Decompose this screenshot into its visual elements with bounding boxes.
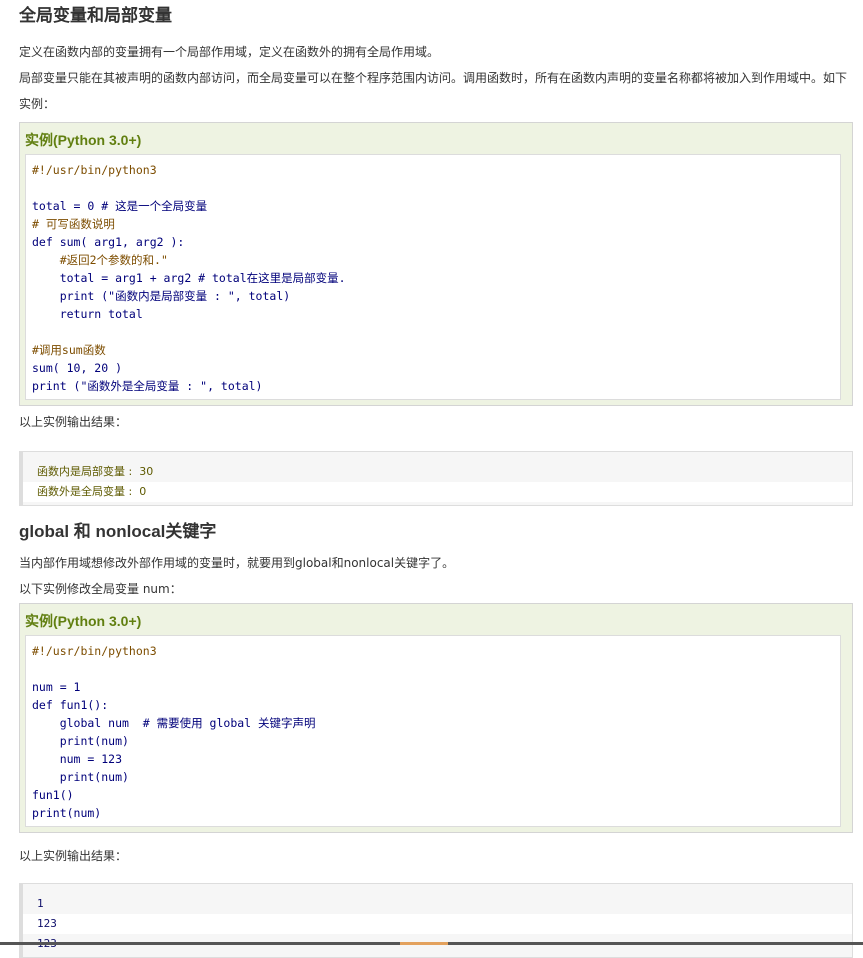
- code-line: #返回2个参数的和.": [32, 253, 168, 267]
- code-line: fun1(): [32, 788, 74, 802]
- code-line: #调用sum函数: [32, 343, 106, 357]
- example-block-global: 实例(Python 3.0+) #!/usr/bin/python3 num =…: [19, 603, 853, 833]
- code-line: print ("函数外是全局变量 : ", total): [32, 379, 263, 393]
- section-heading-global-nonlocal: global 和 nonlocal关键字: [19, 522, 217, 541]
- code-line: total = 0 # 这是一个全局变量: [32, 199, 208, 213]
- code-line: total = arg1 + arg2 # total在这里是局部变量.: [32, 271, 346, 285]
- output-block: 1 123 123: [19, 883, 853, 958]
- output-line: 函数外是全局变量 : 0: [23, 482, 852, 502]
- output-intro: 以上实例输出结果：: [19, 849, 128, 863]
- paragraph-global-example: 以下实例修改全局变量 num：: [19, 582, 182, 596]
- code-line: #!/usr/bin/python3: [32, 163, 157, 177]
- output-line: 1: [37, 897, 44, 910]
- code-block[interactable]: #!/usr/bin/python3 total = 0 # 这是一个全局变量 …: [25, 154, 841, 400]
- paragraph-global-intro: 当内部作用域想修改外部作用域的变量时，就要用到global和nonlocal关键…: [19, 556, 455, 570]
- code-block[interactable]: #!/usr/bin/python3 num = 1 def fun1(): g…: [25, 635, 841, 827]
- section-heading-scope: 全局变量和局部变量: [19, 6, 172, 25]
- output-intro: 以上实例输出结果：: [19, 415, 128, 429]
- output-line: 123: [23, 914, 852, 934]
- example-block-scope: 实例(Python 3.0+) #!/usr/bin/python3 total…: [19, 122, 853, 406]
- code-line: #!/usr/bin/python3: [32, 644, 157, 658]
- output-block: 函数内是局部变量 : 30 函数外是全局变量 : 0: [19, 451, 853, 506]
- code-line: # 可写函数说明: [32, 217, 115, 231]
- example-title: 实例(Python 3.0+): [25, 613, 142, 629]
- code-line: global num # 需要使用 global 关键字声明: [32, 716, 316, 730]
- paragraph-scope-definition: 定义在函数内部的变量拥有一个局部作用域，定义在函数外的拥有全局作用域。: [19, 45, 440, 59]
- code-line: def sum( arg1, arg2 ):: [32, 235, 185, 249]
- paragraph-scope-access: 局部变量只能在其被声明的函数内部访问，而全局变量可以在整个程序范围内访问。调用函…: [19, 71, 848, 111]
- code-line: num = 123: [32, 752, 123, 766]
- code-line: print ("函数内是局部变量 : ", total): [32, 289, 291, 303]
- output-line: 函数内是局部变量 : 30: [37, 465, 154, 478]
- code-line: sum( 10, 20 ): [32, 361, 123, 375]
- code-line: def fun1():: [32, 698, 109, 712]
- code-line: num = 1: [32, 680, 81, 694]
- code-line: print(num): [32, 806, 102, 820]
- code-line: return total: [32, 307, 143, 321]
- example-title: 实例(Python 3.0+): [25, 132, 142, 148]
- code-line: print(num): [32, 734, 129, 748]
- code-line: print(num): [32, 770, 129, 784]
- article-content: 全局变量和局部变量 定义在函数内部的变量拥有一个局部作用域，定义在函数外的拥有全…: [0, 0, 853, 958]
